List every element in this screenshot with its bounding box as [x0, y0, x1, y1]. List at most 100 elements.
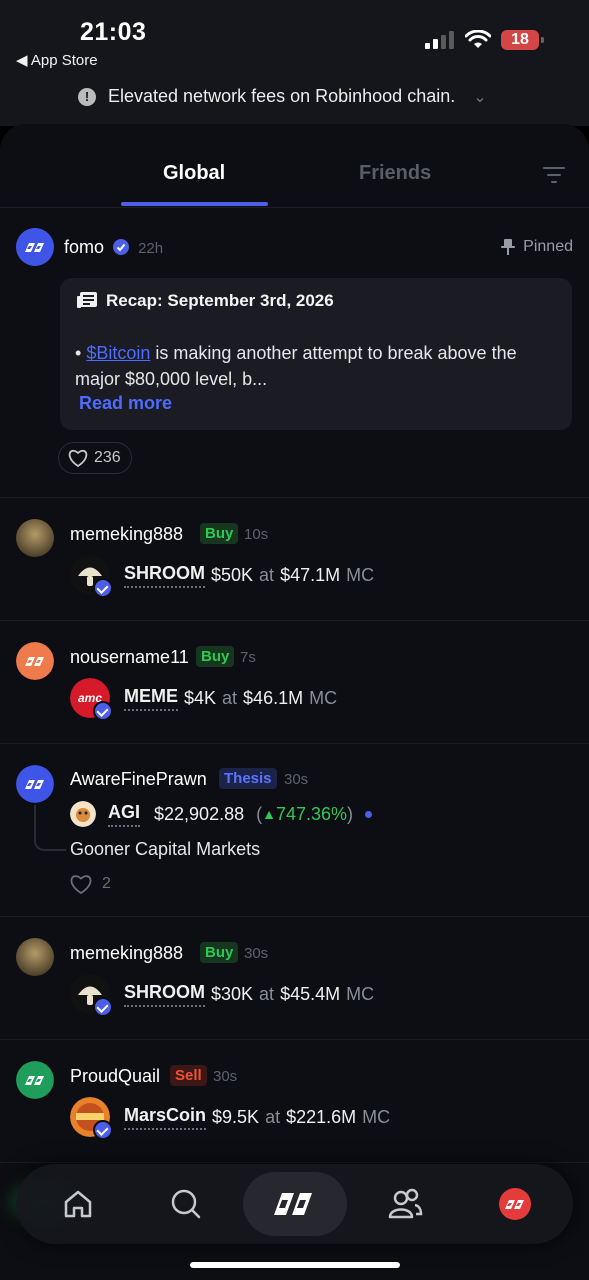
- nav-search[interactable]: [160, 1178, 212, 1230]
- token-quote[interactable]: AGI $22,902.88 (▲ 747.36%): [70, 801, 373, 827]
- buy-tag: Buy: [196, 646, 235, 667]
- trade-amount: $9.5K: [212, 1106, 260, 1127]
- feed-tabs: Global Friends: [0, 124, 589, 208]
- recap-card[interactable]: Recap: September 3rd, 2026 • $Bitcoin is…: [60, 278, 572, 430]
- back-to-app-store-link[interactable]: ◀ App Store: [16, 51, 98, 69]
- agi-token-icon: [70, 801, 96, 827]
- post-time: 30s: [244, 945, 269, 962]
- fomo-logo-icon: [16, 642, 54, 680]
- buy-tag: Buy: [200, 942, 239, 963]
- wifi-icon: [465, 30, 491, 48]
- read-more-link[interactable]: Read more: [79, 393, 172, 414]
- tab-friends[interactable]: Friends: [359, 162, 431, 185]
- market-cap: $221.6M: [286, 1106, 357, 1127]
- at-label: at: [259, 983, 275, 1004]
- avatar[interactable]: [16, 765, 54, 803]
- market-cap: $47.1M: [280, 564, 341, 585]
- feed-post: nousername11 Buy 7s amc MEME $4K at $46.…: [0, 620, 589, 744]
- username[interactable]: memeking888: [70, 943, 183, 964]
- username[interactable]: ProudQuail: [70, 1066, 160, 1087]
- mc-label: MC: [346, 983, 375, 1004]
- home-icon: [64, 1190, 92, 1218]
- nav-home[interactable]: [52, 1178, 104, 1230]
- username[interactable]: memeking888: [70, 524, 183, 545]
- verified-icon: [113, 239, 130, 255]
- active-tab-indicator: [121, 202, 268, 206]
- pinned-post: fomo 22h Pinned Recap: September 3rd, 20…: [0, 208, 589, 498]
- thesis-text: Gooner Capital Markets: [70, 839, 261, 859]
- avatar[interactable]: [16, 228, 54, 266]
- profile-icon: [499, 1188, 531, 1220]
- bottom-nav: [16, 1164, 573, 1244]
- friends-icon: [388, 1188, 423, 1219]
- trade-amount: $30K: [211, 983, 254, 1004]
- avatar[interactable]: [16, 1061, 54, 1099]
- mc-label: MC: [309, 687, 338, 708]
- trade-summary[interactable]: SHROOM $30K at $45.4M MC: [70, 974, 380, 1017]
- heart-icon: [70, 875, 92, 894]
- up-arrow-icon: ▲: [262, 806, 276, 822]
- verified-icon: [93, 1120, 113, 1140]
- fomo-logo-icon: [16, 1061, 54, 1099]
- username[interactable]: fomo: [64, 237, 104, 257]
- home-indicator: [190, 1262, 400, 1268]
- token-symbol[interactable]: SHROOM: [124, 982, 205, 1007]
- network-fee-banner[interactable]: ! Elevated network fees on Robinhood cha…: [0, 80, 589, 126]
- username[interactable]: AwareFinePrawn: [70, 769, 207, 790]
- market-cap: $46.1M: [243, 687, 304, 708]
- thread-connector: [34, 805, 66, 851]
- battery-icon: 18: [501, 30, 544, 50]
- post-time: 7s: [240, 649, 256, 666]
- token-symbol[interactable]: AGI: [108, 802, 141, 827]
- feed-post: memeking888 Buy 30s SHROOM $30K at $45.4…: [0, 916, 589, 1040]
- post-time: 22h: [138, 240, 164, 257]
- newspaper-icon: [77, 292, 97, 308]
- change-close: ): [347, 803, 354, 824]
- pinned-label: Pinned: [523, 238, 573, 255]
- nav-profile[interactable]: [489, 1178, 541, 1230]
- username[interactable]: nousername11: [70, 647, 189, 668]
- filter-icon[interactable]: [543, 166, 565, 184]
- token-symbol[interactable]: MEME: [124, 686, 178, 711]
- thesis-post: AwareFinePrawn Thesis 30s AGI $22,902.88…: [0, 743, 589, 917]
- verified-icon: [93, 997, 113, 1017]
- token-symbol[interactable]: MarsCoin: [124, 1105, 207, 1130]
- post-time: 10s: [244, 526, 269, 543]
- status-bar: 21:03 ◀ App Store 18: [0, 0, 589, 80]
- post-time: 30s: [213, 1068, 238, 1085]
- trade-summary[interactable]: MarsCoin $9.5K at $221.6M MC: [70, 1097, 396, 1140]
- pin-icon: [501, 239, 516, 255]
- like-count: 2: [102, 875, 111, 892]
- like-count: 236: [94, 449, 121, 466]
- fomo-logo-icon: [16, 765, 54, 803]
- like-button[interactable]: 236: [58, 442, 132, 474]
- fomo-logo-icon: [274, 1193, 312, 1215]
- search-icon: [171, 1189, 201, 1219]
- verified-icon: [93, 578, 113, 598]
- at-label: at: [222, 687, 238, 708]
- banner-text: Elevated network fees on Robinhood chain…: [108, 86, 456, 106]
- post-time: 30s: [284, 771, 309, 788]
- mc-label: MC: [362, 1106, 391, 1127]
- like-button[interactable]: 2: [70, 874, 111, 894]
- pinned-indicator: Pinned: [501, 238, 573, 256]
- bitcoin-link[interactable]: $Bitcoin: [86, 343, 150, 363]
- avatar[interactable]: [16, 642, 54, 680]
- tab-global[interactable]: Global: [163, 162, 225, 185]
- nav-friends[interactable]: [379, 1178, 431, 1230]
- at-label: at: [265, 1106, 281, 1127]
- trade-summary[interactable]: SHROOM $50K at $47.1M MC: [70, 555, 380, 598]
- avatar[interactable]: [16, 519, 54, 557]
- trade-summary[interactable]: amc MEME $4K at $46.1M MC: [70, 678, 343, 721]
- thesis-tag: Thesis: [219, 768, 277, 789]
- mc-label: MC: [346, 564, 375, 585]
- feed-post: ProudQuail Sell 30s MarsCoin $9.5K at $2…: [0, 1039, 589, 1163]
- live-dot: [365, 810, 373, 818]
- feed-post: memeking888 Buy 10s SHROOM $50K at $47.1…: [0, 497, 589, 621]
- nav-feed[interactable]: [243, 1172, 347, 1236]
- token-symbol[interactable]: SHROOM: [124, 563, 205, 588]
- avatar[interactable]: [16, 938, 54, 976]
- feed-panel: Global Friends fomo 22h Pinned Recap: Se…: [0, 124, 589, 1280]
- chevron-down-icon[interactable]: ⌄: [473, 87, 486, 107]
- recap-body: • $Bitcoin is making another attempt to …: [75, 340, 555, 392]
